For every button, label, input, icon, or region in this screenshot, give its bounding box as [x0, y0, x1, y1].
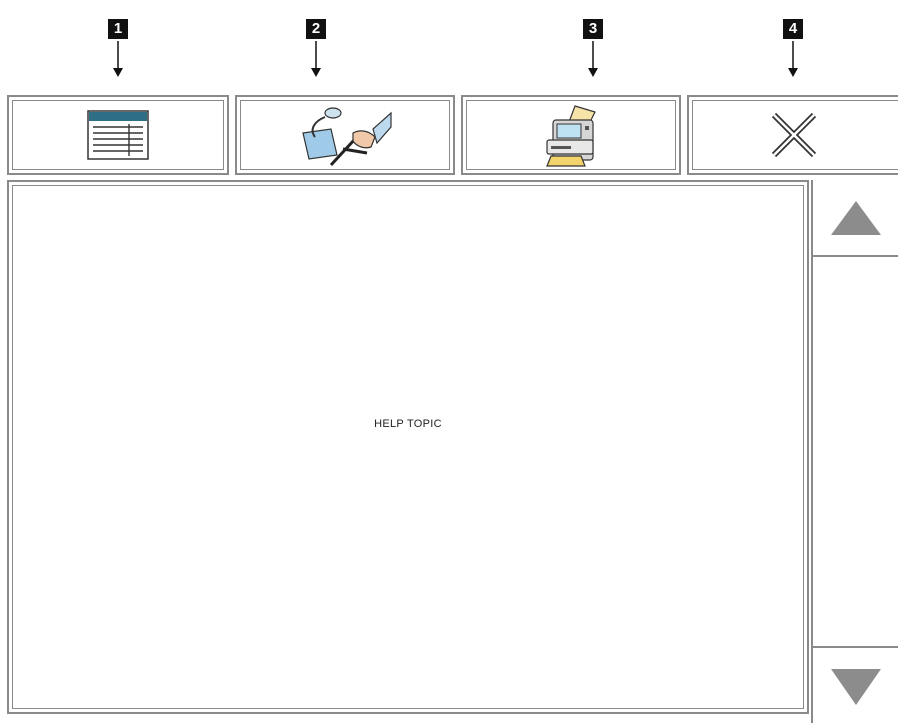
callout-3: 3 [583, 19, 603, 77]
contents-button[interactable] [7, 95, 229, 175]
arrow-down-icon [788, 41, 798, 77]
callout-2: 2 [306, 19, 326, 77]
callout-number: 4 [783, 19, 803, 39]
print-button[interactable] [461, 95, 681, 175]
callout-number: 1 [108, 19, 128, 39]
callout-1: 1 [108, 19, 128, 77]
close-icon [771, 112, 816, 158]
callout-number: 3 [583, 19, 603, 39]
magnifier-hand-search-icon [302, 107, 392, 167]
search-button[interactable] [235, 95, 455, 175]
help-content-pane: HELP TOPIC [7, 180, 809, 714]
toolbar [7, 95, 898, 177]
table-of-contents-icon [87, 110, 149, 160]
arrow-down-icon [588, 41, 598, 77]
scroll-track[interactable] [813, 257, 898, 644]
scroll-up-button[interactable] [813, 180, 898, 257]
callout-number: 2 [306, 19, 326, 39]
triangle-down-icon [830, 668, 881, 705]
printer-icon [546, 105, 596, 167]
arrow-down-icon [311, 41, 321, 77]
scroll-down-button[interactable] [813, 646, 898, 725]
triangle-up-icon [830, 200, 881, 235]
callout-4: 4 [783, 19, 803, 77]
arrow-down-icon [113, 41, 123, 77]
vertical-scrollbar[interactable] [811, 180, 898, 723]
help-topic-text: HELP TOPIC [374, 418, 442, 430]
close-button[interactable] [687, 95, 898, 175]
